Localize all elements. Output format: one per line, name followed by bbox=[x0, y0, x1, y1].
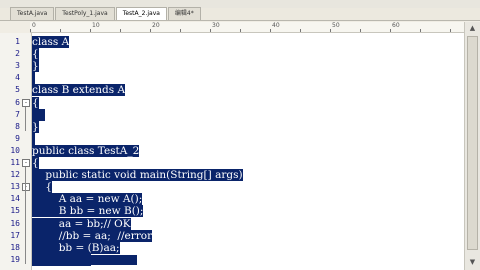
ruler-label-40: 40 bbox=[272, 22, 280, 29]
fold-guide bbox=[25, 106, 26, 131]
code-line-text bbox=[32, 132, 36, 145]
ruler-tick bbox=[30, 29, 31, 32]
ruler-label-10: 10 bbox=[92, 22, 100, 29]
ruler-tick bbox=[390, 29, 391, 32]
ruler-tick bbox=[420, 29, 421, 32]
tab-testpoly-1[interactable]: TestPoly_1.java bbox=[55, 7, 115, 20]
line-number: 3 bbox=[15, 61, 20, 71]
vertical-scrollbar[interactable]: ▲ ▼ bbox=[464, 22, 480, 270]
selection-tail bbox=[32, 255, 137, 265]
code-line-text: } bbox=[32, 60, 39, 73]
code-line[interactable]: public class TestA_2 bbox=[32, 144, 140, 157]
ruler-label-30: 30 bbox=[212, 22, 220, 29]
code-line-text: class A bbox=[32, 36, 70, 48]
scroll-down-arrow-icon[interactable]: ▼ bbox=[468, 258, 477, 267]
column-ruler: 0 10 20 30 40 50 60 bbox=[30, 22, 464, 33]
code-line[interactable]: { bbox=[32, 96, 39, 109]
ruler-label-50: 50 bbox=[332, 22, 340, 29]
code-line[interactable] bbox=[32, 72, 36, 85]
code-line-text: public static void main(String[] args) bbox=[32, 169, 243, 182]
ruler-tick bbox=[450, 29, 451, 32]
code-line-text: { bbox=[32, 48, 39, 61]
file-tab-bar: TestA.java TestPoly_1.java TestA_2.java … bbox=[0, 7, 480, 21]
line-number: 13 bbox=[10, 182, 20, 192]
ruler-tick bbox=[150, 29, 151, 32]
line-number: 10 bbox=[10, 145, 20, 155]
code-line[interactable]: { bbox=[32, 181, 53, 194]
ruler-label-20: 20 bbox=[152, 22, 160, 29]
ruler-tick bbox=[240, 29, 241, 32]
code-line[interactable] bbox=[32, 132, 36, 145]
line-number: 18 bbox=[10, 242, 20, 252]
code-line[interactable]: bb = (B)aa; bbox=[32, 241, 120, 254]
fold-toggle-icon[interactable]: - bbox=[22, 159, 30, 167]
line-number: 5 bbox=[15, 85, 20, 95]
code-line-text: { bbox=[32, 181, 53, 194]
code-line[interactable]: } bbox=[32, 120, 39, 133]
code-line[interactable]: public static void main(String[] args) bbox=[32, 169, 243, 182]
code-line-text: aa = bb;// OK bbox=[32, 217, 131, 230]
code-line[interactable]: B bb = new B(); bbox=[32, 205, 144, 218]
code-line-text bbox=[32, 108, 46, 121]
tab-edit-4[interactable]: 编辑4* bbox=[167, 7, 201, 20]
line-number: 16 bbox=[10, 218, 20, 228]
line-number: 4 bbox=[15, 73, 20, 83]
tab-testa[interactable]: TestA.java bbox=[10, 7, 55, 20]
ruler-tick bbox=[120, 29, 121, 32]
code-line[interactable]: //bb = aa; //error bbox=[32, 229, 153, 242]
code-line-text: } bbox=[32, 120, 39, 133]
code-line-text: A aa = new A(); bbox=[32, 193, 143, 206]
code-line-text: class B extends A bbox=[32, 84, 126, 97]
line-number: 9 bbox=[15, 133, 20, 143]
line-number: 1 bbox=[15, 37, 20, 46]
line-number: 14 bbox=[10, 194, 20, 204]
ruler-tick bbox=[60, 29, 61, 32]
line-number: 15 bbox=[10, 206, 20, 216]
ruler-label-0: 0 bbox=[32, 22, 36, 29]
fold-toggle-icon[interactable]: - bbox=[22, 183, 30, 192]
ruler-tick bbox=[300, 29, 301, 32]
tab-testa-2[interactable]: TestA_2.java bbox=[115, 7, 167, 20]
ruler-tick bbox=[270, 29, 271, 32]
line-number: 17 bbox=[10, 230, 20, 240]
code-line-text: bb = (B)aa; bbox=[32, 241, 120, 254]
ruler-tick bbox=[180, 29, 181, 32]
code-line-text bbox=[32, 72, 36, 85]
scroll-up-arrow-icon[interactable]: ▲ bbox=[468, 24, 477, 33]
code-line-text: { bbox=[32, 157, 39, 169]
code-line[interactable]: { bbox=[32, 157, 39, 169]
line-number: 2 bbox=[15, 49, 20, 59]
code-line[interactable]: aa = bb;// OK bbox=[32, 217, 131, 230]
line-number: 7 bbox=[15, 109, 20, 119]
line-number: 19 bbox=[10, 254, 20, 264]
code-line[interactable]: class A bbox=[32, 36, 70, 48]
scrollbar-thumb[interactable] bbox=[467, 36, 478, 250]
code-line-text: { bbox=[32, 96, 39, 109]
ruler-tick bbox=[360, 29, 361, 32]
fold-guide bbox=[25, 191, 26, 264]
code-line[interactable]: { bbox=[32, 48, 39, 61]
ruler-label-60: 60 bbox=[392, 22, 400, 29]
line-number: 8 bbox=[15, 121, 20, 131]
ruler-tick bbox=[330, 29, 331, 32]
line-number: 12 bbox=[10, 170, 20, 180]
code-line-text: B bb = new B(); bbox=[32, 205, 144, 218]
ruler-tick bbox=[90, 29, 91, 32]
line-number: 11 bbox=[10, 158, 20, 167]
line-number: 6 bbox=[15, 97, 20, 107]
code-line[interactable]: } bbox=[32, 60, 39, 73]
code-line-text: //bb = aa; //error bbox=[32, 229, 153, 242]
code-line[interactable]: A aa = new A(); bbox=[32, 193, 143, 206]
ruler-tick bbox=[210, 29, 211, 32]
code-line[interactable]: class B extends A bbox=[32, 84, 126, 97]
code-line[interactable] bbox=[32, 108, 46, 121]
code-line-text: public class TestA_2 bbox=[32, 144, 140, 157]
fold-toggle-icon[interactable]: - bbox=[22, 98, 30, 107]
